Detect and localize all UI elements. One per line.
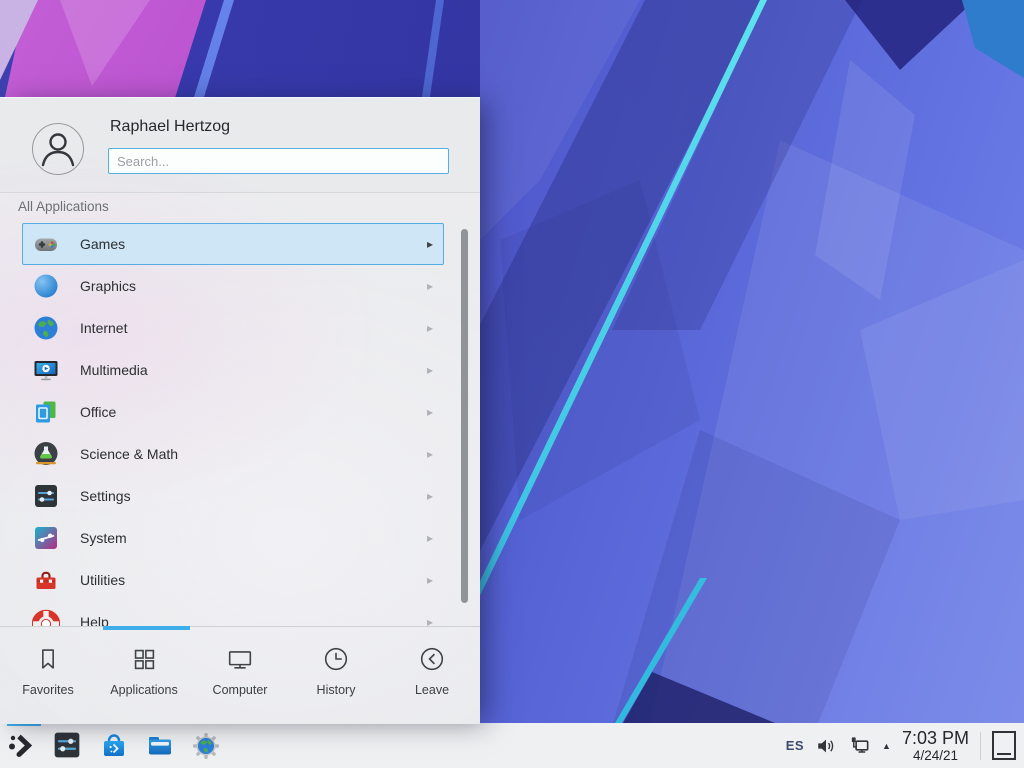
clock-date: 4/24/21 <box>913 749 958 763</box>
category-internet[interactable]: Internet ▸ <box>22 307 444 349</box>
tab-label: Applications <box>110 683 177 697</box>
science-icon <box>32 440 60 468</box>
category-label: Multimedia <box>80 362 148 378</box>
tray-separator <box>980 732 981 760</box>
menu-tab-bar: Favorites Applications <box>0 626 480 724</box>
category-utilities[interactable]: Utilities ▸ <box>22 559 444 601</box>
tab-applications[interactable]: Applications <box>96 627 192 724</box>
section-label: All Applications <box>18 199 109 214</box>
games-icon <box>32 230 60 258</box>
taskbar-launchers <box>0 723 222 768</box>
file-manager-launcher[interactable] <box>144 730 176 762</box>
user-icon <box>33 124 83 174</box>
category-help[interactable]: Help ▸ <box>22 601 444 627</box>
system-settings-icon <box>52 730 82 760</box>
graphics-icon <box>32 272 60 300</box>
menu-header: Raphael Hertzog <box>0 98 480 193</box>
computer-icon <box>225 644 255 674</box>
discover-icon <box>98 730 130 762</box>
settings-icon <box>32 482 60 510</box>
submenu-arrow-icon: ▸ <box>427 531 433 545</box>
category-settings[interactable]: Settings ▸ <box>22 475 444 517</box>
category-graphics[interactable]: Graphics ▸ <box>22 265 444 307</box>
submenu-arrow-icon: ▸ <box>427 279 433 293</box>
tab-label: Favorites <box>22 683 73 697</box>
discover-launcher[interactable] <box>98 730 130 762</box>
category-games[interactable]: Games ▸ <box>22 223 444 265</box>
web-browser-launcher[interactable] <box>190 730 222 762</box>
search-input[interactable] <box>108 148 449 174</box>
digital-clock[interactable]: 7:03 PM 4/24/21 <box>902 729 969 763</box>
category-system[interactable]: System ▸ <box>22 517 444 559</box>
category-label: Office <box>80 404 116 420</box>
system-tray: ES ▲ 7:03 PM 4/24/21 <box>786 723 1024 768</box>
tab-computer[interactable]: Computer <box>192 627 288 724</box>
tab-favorites[interactable]: Favorites <box>0 627 96 724</box>
submenu-arrow-icon: ▸ <box>427 573 433 587</box>
category-science-math[interactable]: Science & Math ▸ <box>22 433 444 475</box>
utilities-icon <box>32 566 60 594</box>
category-label: Internet <box>80 320 127 336</box>
keyboard-layout-indicator[interactable]: ES <box>786 738 804 753</box>
category-label: Settings <box>80 488 131 504</box>
desktop: Raphael Hertzog All Applications Games ▸ <box>0 0 1024 768</box>
system-icon <box>32 524 60 552</box>
submenu-arrow-icon: ▸ <box>427 363 433 377</box>
application-launcher-button[interactable] <box>6 730 38 762</box>
submenu-arrow-icon: ▸ <box>427 447 433 461</box>
multimedia-icon <box>32 356 60 384</box>
folder-icon <box>144 730 176 762</box>
category-list: Games ▸ Graphics ▸ Internet <box>0 223 480 627</box>
user-name: Raphael Hertzog <box>110 118 230 136</box>
internet-icon <box>32 314 60 342</box>
help-icon <box>32 608 60 627</box>
user-avatar[interactable] <box>32 123 84 175</box>
volume-icon[interactable] <box>815 735 837 757</box>
kickoff-icon <box>6 730 38 762</box>
category-multimedia[interactable]: Multimedia ▸ <box>22 349 444 391</box>
leave-icon <box>417 644 447 674</box>
taskbar: ES ▲ 7:03 PM 4/24/21 <box>0 723 1024 768</box>
submenu-arrow-icon: ▸ <box>427 321 433 335</box>
office-icon <box>32 398 60 426</box>
category-label: Science & Math <box>80 446 178 462</box>
active-tab-indicator <box>103 626 190 630</box>
category-label: System <box>80 530 127 546</box>
tab-label: Leave <box>415 683 449 697</box>
tab-leave[interactable]: Leave <box>384 627 480 724</box>
submenu-arrow-icon: ▸ <box>427 237 433 251</box>
scrollbar-thumb[interactable] <box>461 229 468 603</box>
system-settings-launcher[interactable] <box>52 730 84 762</box>
category-label: Utilities <box>80 572 125 588</box>
submenu-arrow-icon: ▸ <box>427 489 433 503</box>
globe-gear-icon <box>190 730 222 762</box>
submenu-arrow-icon: ▸ <box>427 405 433 419</box>
tab-label: Computer <box>213 683 268 697</box>
applications-icon <box>129 644 159 674</box>
expand-tray-icon[interactable]: ▲ <box>882 741 891 751</box>
category-label: Graphics <box>80 278 136 294</box>
tab-history[interactable]: History <box>288 627 384 724</box>
application-launcher-menu: Raphael Hertzog All Applications Games ▸ <box>0 97 480 724</box>
favorites-icon <box>33 644 63 674</box>
tab-label: History <box>317 683 356 697</box>
clock-time: 7:03 PM <box>902 729 969 747</box>
network-icon[interactable] <box>848 734 871 757</box>
category-label: Games <box>80 236 125 252</box>
history-icon <box>321 644 351 674</box>
show-desktop-widget[interactable] <box>992 731 1016 760</box>
category-office[interactable]: Office ▸ <box>22 391 444 433</box>
